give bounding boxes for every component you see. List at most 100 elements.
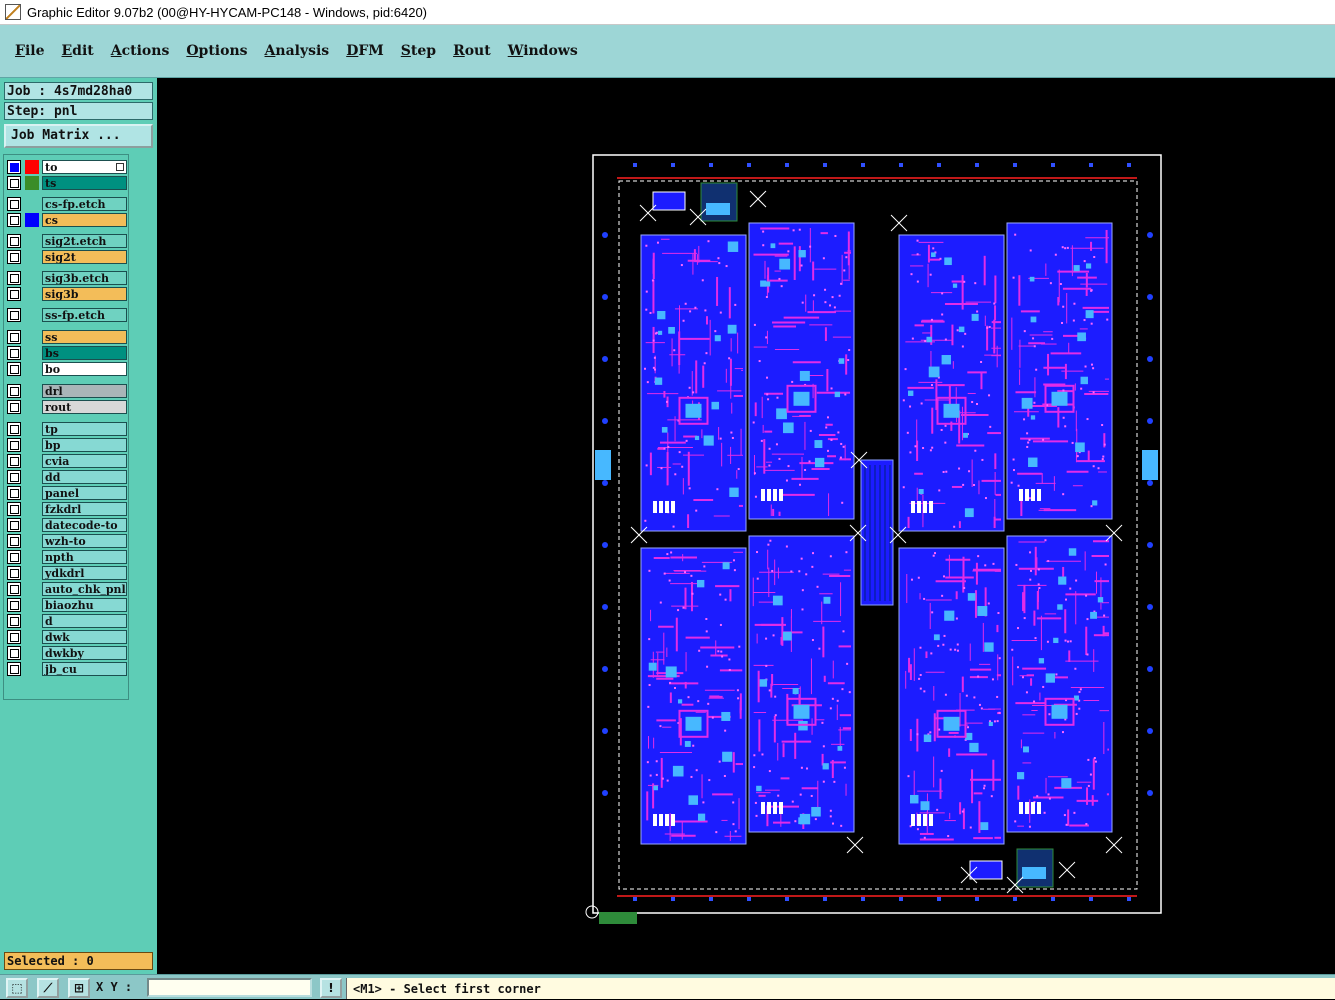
layer-checkbox[interactable] bbox=[7, 598, 21, 612]
menu-windows[interactable]: Windows bbox=[508, 43, 578, 59]
layer-checkbox[interactable] bbox=[7, 346, 21, 360]
menu-rout[interactable]: Rout bbox=[453, 43, 491, 59]
layer-name: bp bbox=[42, 438, 127, 452]
layer-checkbox[interactable] bbox=[7, 550, 21, 564]
selected-count: Selected : 0 bbox=[4, 952, 153, 970]
layer-row-to[interactable]: to bbox=[7, 160, 127, 174]
layer-row-cs[interactable]: cs bbox=[7, 213, 127, 227]
layer-checkbox[interactable] bbox=[7, 308, 21, 322]
layer-row-fzkdrl[interactable]: fzkdrl bbox=[7, 502, 127, 516]
layer-checkbox[interactable] bbox=[7, 454, 21, 468]
layer-row-ydkdrl[interactable]: ydkdrl bbox=[7, 566, 127, 580]
layer-row-datecode-to[interactable]: datecode-to bbox=[7, 518, 127, 532]
layer-checkbox[interactable] bbox=[7, 566, 21, 580]
layer-row-wzh-to[interactable]: wzh-to bbox=[7, 534, 127, 548]
layer-checkbox[interactable] bbox=[7, 271, 21, 285]
layer-row-sig3b.etch[interactable]: sig3b.etch bbox=[7, 271, 127, 285]
layer-row-jb_cu[interactable]: jb_cu bbox=[7, 662, 127, 676]
menu-bar: File Edit Actions Options Analysis DFM Step Rou… bbox=[0, 25, 1335, 79]
status-message: <M1> - Select first corner bbox=[346, 978, 1335, 999]
layer-list: to ts cs-fp.etch cs sig2t.etch sig2t sig3b.etc… bbox=[3, 154, 129, 700]
layer-checkbox[interactable] bbox=[7, 287, 21, 301]
layer-checkbox[interactable] bbox=[7, 630, 21, 644]
graphic-canvas[interactable] bbox=[157, 78, 1335, 974]
layer-row-dwk[interactable]: dwk bbox=[7, 630, 127, 644]
layer-row-dd[interactable]: dd bbox=[7, 470, 127, 484]
menu-analysis[interactable]: Analysis bbox=[265, 43, 330, 59]
layer-color-swatch bbox=[25, 176, 39, 190]
layer-row-sig2t.etch[interactable]: sig2t.etch bbox=[7, 234, 127, 248]
layer-row-bo[interactable]: bo bbox=[7, 362, 127, 376]
layer-row-bs[interactable]: bs bbox=[7, 346, 127, 360]
layer-row-dwkby[interactable]: dwkby bbox=[7, 646, 127, 660]
layer-row-sig2t[interactable]: sig2t bbox=[7, 250, 127, 264]
layer-checkbox[interactable] bbox=[7, 518, 21, 532]
pcb-board bbox=[1006, 222, 1113, 520]
layer-checkbox[interactable] bbox=[7, 384, 21, 398]
layer-checkbox[interactable] bbox=[7, 234, 21, 248]
layer-name: rout bbox=[42, 400, 127, 414]
layer-row-cvia[interactable]: cvia bbox=[7, 454, 127, 468]
step-label: Step: pnl bbox=[4, 102, 153, 120]
layer-checkbox[interactable] bbox=[7, 470, 21, 484]
layer-row-drl[interactable]: drl bbox=[7, 384, 127, 398]
menu-options[interactable]: Options bbox=[186, 43, 247, 59]
zoom-box-icon[interactable]: ⬚ bbox=[6, 978, 28, 998]
layer-row-tp[interactable]: tp bbox=[7, 422, 127, 436]
layer-row-biaozhu[interactable]: biaozhu bbox=[7, 598, 127, 612]
layer-checkbox[interactable] bbox=[7, 362, 21, 376]
layer-row-auto_chk_pnl[interactable]: auto_chk_pnl bbox=[7, 582, 127, 596]
zoom-diagonal-icon[interactable]: ⟋ bbox=[37, 978, 59, 998]
layer-checkbox[interactable] bbox=[7, 160, 21, 174]
layer-row-npth[interactable]: npth bbox=[7, 550, 127, 564]
layer-row-ss-fp.etch[interactable]: ss-fp.etch bbox=[7, 308, 127, 322]
layer-name: cs-fp.etch bbox=[42, 197, 127, 211]
layer-name: to bbox=[42, 160, 127, 174]
layer-name: biaozhu bbox=[42, 598, 127, 612]
layer-checkbox[interactable] bbox=[7, 502, 21, 516]
layer-checkbox[interactable] bbox=[7, 614, 21, 628]
layer-checkbox[interactable] bbox=[7, 330, 21, 344]
layer-name: npth bbox=[42, 550, 127, 564]
layer-checkbox[interactable] bbox=[7, 197, 21, 211]
xy-input[interactable] bbox=[147, 978, 312, 997]
menu-dfm[interactable]: DFM bbox=[346, 43, 384, 59]
layer-checkbox[interactable] bbox=[7, 662, 21, 676]
menu-actions[interactable]: Actions bbox=[111, 43, 170, 59]
bottom-bar: ⬚ ⟋ ⊞ X Y : ! <M1> - Select first corner bbox=[0, 974, 1335, 999]
layer-checkbox[interactable] bbox=[7, 582, 21, 596]
layer-name: tp bbox=[42, 422, 127, 436]
alert-button[interactable]: ! bbox=[320, 978, 342, 998]
layer-row-bp[interactable]: bp bbox=[7, 438, 127, 452]
layer-name: dwkby bbox=[42, 646, 127, 660]
layer-row-rout[interactable]: rout bbox=[7, 400, 127, 414]
layer-checkbox[interactable] bbox=[7, 422, 21, 436]
menu-edit[interactable]: Edit bbox=[62, 43, 94, 59]
menu-file[interactable]: File bbox=[15, 43, 45, 59]
menu-step[interactable]: Step bbox=[401, 43, 436, 59]
layer-row-ss[interactable]: ss bbox=[7, 330, 127, 344]
left-panel: Job : 4s7md28ha0 Step: pnl Job Matrix ..… bbox=[0, 78, 157, 974]
layer-row-panel[interactable]: panel bbox=[7, 486, 127, 500]
job-matrix-button[interactable]: Job Matrix ... bbox=[4, 124, 153, 148]
layer-row-ts[interactable]: ts bbox=[7, 176, 127, 190]
job-label: Job : 4s7md28ha0 bbox=[4, 82, 153, 100]
layer-name: datecode-to bbox=[42, 518, 127, 532]
layer-checkbox[interactable] bbox=[7, 176, 21, 190]
layer-checkbox[interactable] bbox=[7, 438, 21, 452]
layer-checkbox[interactable] bbox=[7, 250, 21, 264]
layer-row-d[interactable]: d bbox=[7, 614, 127, 628]
app-icon bbox=[5, 4, 21, 20]
layer-row-sig3b[interactable]: sig3b bbox=[7, 287, 127, 301]
layer-row-cs-fp.etch[interactable]: cs-fp.etch bbox=[7, 197, 127, 211]
layer-name: ydkdrl bbox=[42, 566, 127, 580]
snap-grid-icon[interactable]: ⊞ bbox=[68, 978, 90, 998]
layer-name: auto_chk_pnl bbox=[42, 582, 127, 596]
layer-name: jb_cu bbox=[42, 662, 127, 676]
layer-name: bs bbox=[42, 346, 127, 360]
layer-checkbox[interactable] bbox=[7, 486, 21, 500]
layer-checkbox[interactable] bbox=[7, 400, 21, 414]
layer-checkbox[interactable] bbox=[7, 534, 21, 548]
layer-checkbox[interactable] bbox=[7, 646, 21, 660]
layer-checkbox[interactable] bbox=[7, 213, 21, 227]
